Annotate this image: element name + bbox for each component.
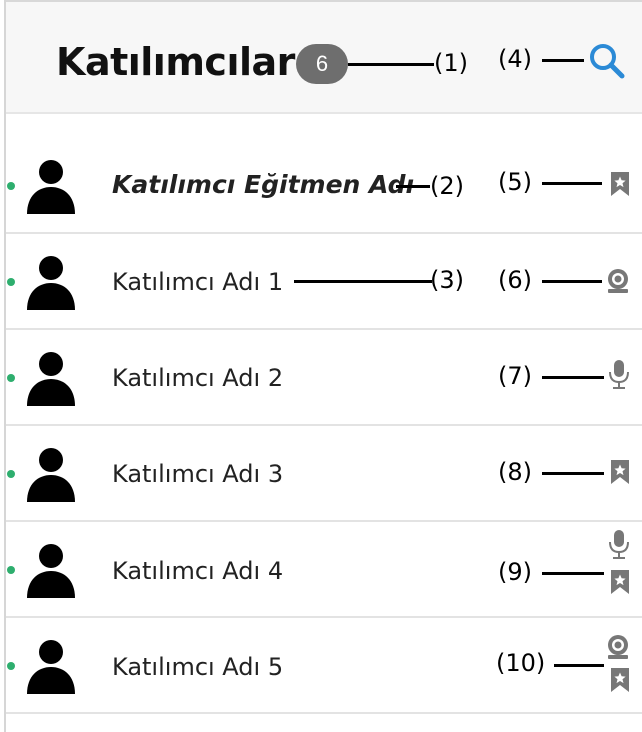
bookmark-star-icon[interactable]: [610, 460, 630, 484]
microphone-icon[interactable]: [609, 530, 629, 560]
annotation-line-7: [542, 376, 604, 379]
participant-row[interactable]: Katılımcı Adı 2 (7): [6, 330, 642, 426]
participant-row[interactable]: Katılımcı Adı 1 (3) (6): [6, 234, 642, 330]
online-status-dot: [7, 566, 15, 574]
participant-name: Katılımcı Eğitmen Adı: [112, 170, 415, 199]
annotation-line-5: [542, 182, 602, 185]
participant-row[interactable]: Katılımcı Adı 4 (9): [6, 522, 642, 618]
annotation-label-6: (6): [498, 266, 532, 294]
annotation-label-8: (8): [498, 458, 532, 486]
participant-name: Katılımcı Adı 3: [112, 460, 284, 488]
user-avatar-icon: [27, 448, 75, 502]
online-status-dot: [7, 182, 15, 190]
user-avatar-icon: [27, 544, 75, 598]
online-status-dot: [7, 470, 15, 478]
bookmark-star-icon[interactable]: [610, 570, 630, 594]
search-icon[interactable]: [588, 42, 628, 82]
annotation-line-10: [554, 664, 604, 667]
participant-name: Katılımcı Adı 1: [112, 268, 284, 296]
annotation-label-7: (7): [498, 362, 532, 390]
online-status-dot: [7, 374, 15, 382]
webcam-icon[interactable]: [606, 268, 630, 294]
participants-panel: Katılımcılar 6 (1) (4) Katılımcı Eğitmen…: [0, 0, 642, 732]
user-avatar-icon: [27, 640, 75, 694]
user-avatar-icon: [27, 256, 75, 310]
annotation-line-8: [542, 472, 604, 475]
annotation-line-4: [542, 59, 584, 62]
annotation-label-10: (10): [496, 649, 546, 677]
user-avatar-icon: [27, 352, 75, 406]
webcam-icon[interactable]: [606, 634, 630, 660]
online-status-dot: [7, 662, 15, 670]
annotation-label-4: (4): [498, 45, 532, 73]
participant-row[interactable]: Katılımcı Adı 5 (10): [6, 618, 642, 714]
participant-count-badge: 6: [296, 44, 348, 84]
annotation-line-6: [542, 280, 602, 283]
online-status-dot: [7, 278, 15, 286]
annotation-label-2: (2): [430, 172, 464, 200]
annotation-label-5: (5): [498, 168, 532, 196]
annotation-line-3: [294, 280, 432, 283]
participant-name: Katılımcı Adı 4: [112, 557, 284, 585]
annotation-line-1: [348, 63, 434, 66]
bookmark-star-icon[interactable]: [610, 668, 630, 692]
annotation-label-1: (1): [434, 49, 468, 77]
page-title: Katılımcılar: [56, 40, 295, 84]
participant-row-instructor[interactable]: Katılımcı Eğitmen Adı (2) (5): [6, 138, 642, 234]
bookmark-star-icon[interactable]: [610, 172, 630, 196]
annotation-label-3: (3): [430, 266, 464, 294]
participant-name: Katılımcı Adı 5: [112, 653, 284, 681]
annotation-line-2: [396, 185, 430, 188]
participant-name: Katılımcı Adı 2: [112, 364, 284, 392]
participant-row[interactable]: Katılımcı Adı 3 (8): [6, 426, 642, 522]
microphone-icon[interactable]: [609, 360, 629, 390]
participants-header: Katılımcılar 6 (1) (4): [6, 0, 642, 114]
annotation-line-9: [542, 572, 604, 575]
user-avatar-icon: [27, 160, 75, 214]
annotation-label-9: (9): [498, 558, 532, 586]
